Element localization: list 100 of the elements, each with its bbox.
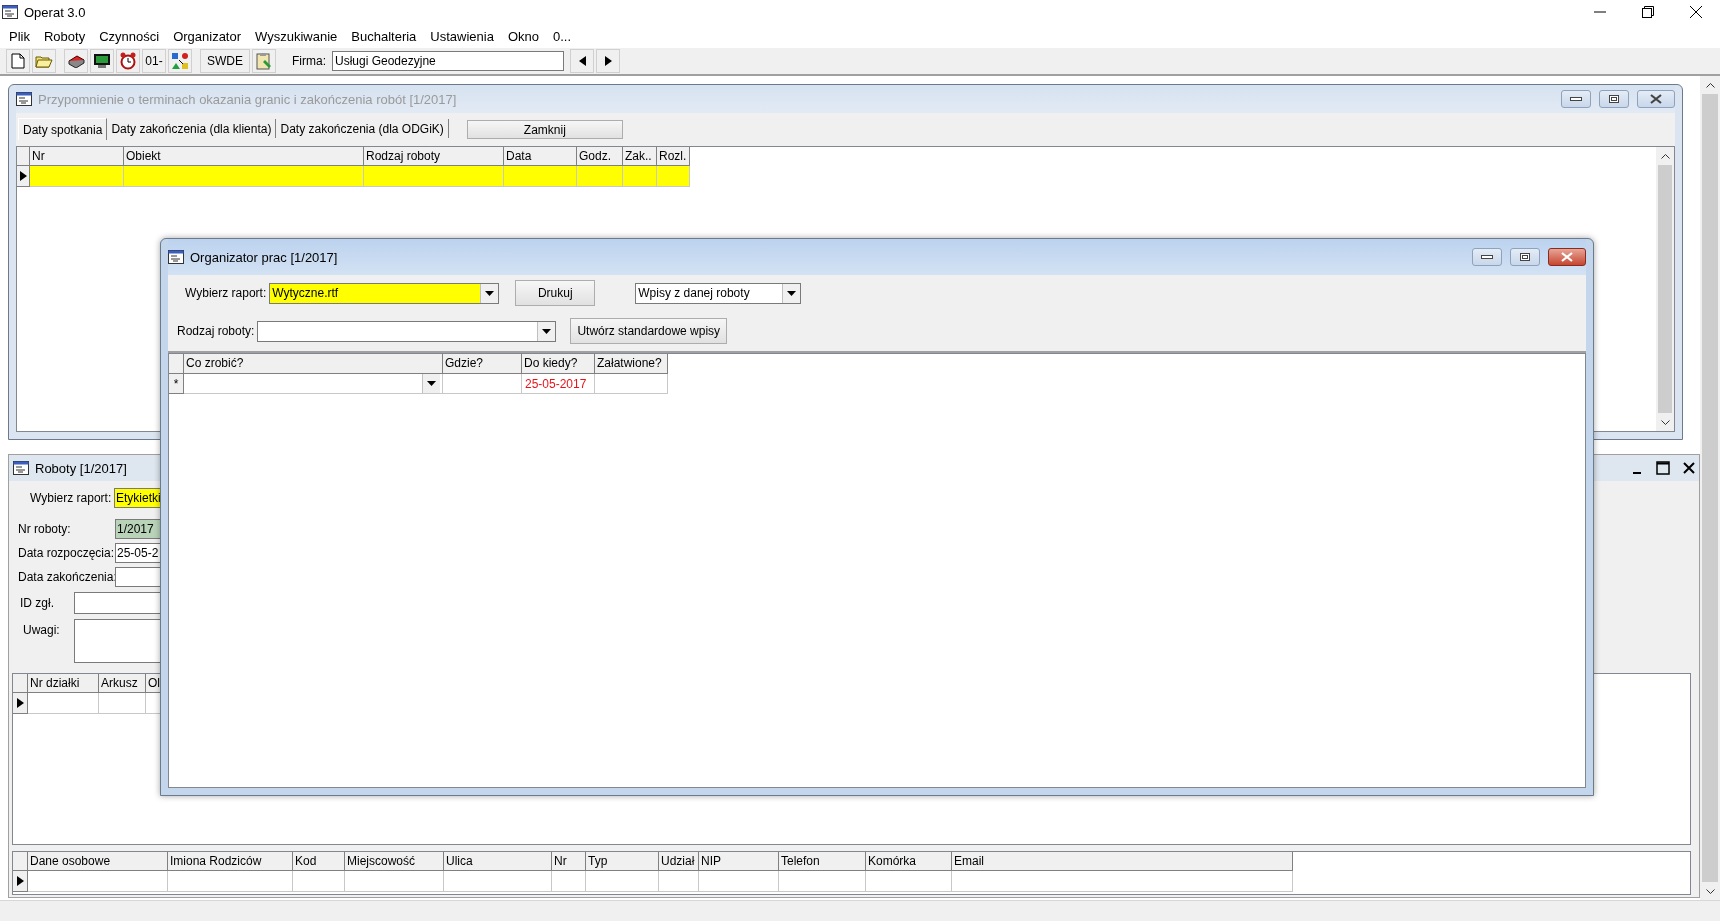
menu-item[interactable]: Roboty	[36, 28, 93, 44]
menu-item[interactable]: Buchalteria	[344, 28, 424, 44]
minimize-icon	[1594, 11, 1606, 13]
maximize-icon	[1656, 461, 1670, 475]
window-title: Roboty [1/2017]	[35, 460, 128, 476]
chevron-up-icon	[1705, 81, 1715, 88]
current-row-icon	[16, 876, 24, 886]
company-field[interactable]: Usługi Geodezyjne	[332, 51, 564, 71]
maximize-button[interactable]	[1510, 248, 1540, 266]
create-entries-button[interactable]: Utwórz standardowe wpisy	[570, 318, 728, 344]
table-cell: 25-05-2017	[522, 374, 595, 394]
column-header: Zak..	[623, 147, 657, 166]
field-label: Nr roboty:	[18, 522, 72, 536]
clipboard-icon	[255, 52, 273, 70]
column-header: Typ	[586, 852, 659, 871]
column-header: Email	[952, 852, 1293, 871]
previous-button[interactable]	[570, 49, 594, 73]
window-icon	[13, 461, 29, 475]
minimize-icon	[1481, 255, 1493, 259]
next-button[interactable]	[596, 49, 620, 73]
field-label: Data zakończenia:	[18, 570, 115, 584]
column-header: Nr	[30, 147, 124, 166]
column-header: Rozl.	[657, 147, 690, 166]
column-header: Dane osobowe	[28, 852, 168, 871]
column-header: Załatwione?	[595, 354, 668, 374]
shapes-button[interactable]	[168, 49, 192, 73]
document-icon	[11, 53, 25, 69]
column-header: Gdzie?	[443, 354, 522, 374]
caret-icon	[427, 381, 436, 386]
window-title: Operat 3.0	[24, 4, 87, 20]
company-label: Firma:	[292, 54, 326, 68]
menu-item[interactable]: Organizator	[166, 28, 249, 44]
chevron-down-icon	[1705, 888, 1715, 895]
table-cell	[28, 693, 99, 714]
column-header: Udział	[659, 852, 699, 871]
swde-button[interactable]: SWDE	[200, 49, 250, 73]
work-type-dropdown[interactable]	[257, 320, 557, 342]
maximize-button[interactable]	[1599, 90, 1629, 108]
tab[interactable]: Daty spotkania	[18, 118, 108, 140]
column-header: Data	[504, 147, 577, 166]
filter-dropdown[interactable]: Wpisy z danej roboty	[635, 282, 802, 304]
column-header: Nr	[552, 852, 586, 871]
menu-item[interactable]: 0...	[546, 28, 579, 44]
current-row-icon	[19, 171, 27, 181]
shapes-icon	[171, 52, 189, 70]
column-header: Telefon	[779, 852, 866, 871]
folder-icon	[35, 54, 53, 68]
column-header: Arkusz	[99, 674, 146, 693]
alarm-clock-button[interactable]	[116, 49, 140, 73]
print-button[interactable]: Drukuj	[515, 280, 596, 306]
menu-item[interactable]: Ustawienia	[423, 28, 501, 44]
restore-icon	[1642, 6, 1654, 18]
menu-item[interactable]: Wyszukiwanie	[248, 28, 345, 44]
field-label: Rodzaj roboty:	[177, 324, 255, 338]
caret-icon	[542, 328, 552, 334]
close-icon	[1690, 6, 1702, 18]
field-label: Uwagi:	[22, 622, 61, 637]
monitor-icon	[93, 53, 111, 69]
close-button[interactable]	[1637, 90, 1675, 108]
minimize-button[interactable]	[1472, 248, 1502, 266]
table-cell	[552, 871, 586, 892]
chevron-down-icon	[1660, 419, 1670, 426]
report-dropdown[interactable]: Wytyczne.rtf	[269, 282, 500, 304]
caret-icon	[787, 290, 797, 296]
new-file-button[interactable]	[6, 49, 30, 73]
current-row-icon	[16, 698, 24, 708]
open-folder-button[interactable]	[32, 49, 56, 73]
field-label: Wybierz raport:	[185, 286, 267, 300]
table-cell	[99, 693, 146, 714]
table-cell	[293, 871, 345, 892]
date-button[interactable]: 01-	[142, 49, 166, 73]
column-header: Nr działki	[28, 674, 99, 693]
menu-item[interactable]: Plik	[2, 28, 37, 44]
minimize-icon	[1633, 472, 1641, 474]
column-header: Miejscowość	[345, 852, 444, 871]
monitor-button[interactable]	[90, 49, 114, 73]
close-button[interactable]: Zamknij	[466, 120, 623, 139]
column-header: Kod	[293, 852, 345, 871]
table-cell	[659, 871, 699, 892]
column-header: Rodzaj roboty	[364, 147, 504, 166]
maximize-icon	[1520, 253, 1530, 261]
stack-button[interactable]	[64, 49, 88, 73]
triangle-right-icon	[604, 56, 612, 66]
column-header: Obiekt	[124, 147, 364, 166]
menu-item[interactable]: Czynności	[92, 28, 167, 44]
clipboard-button[interactable]	[252, 49, 276, 73]
window-icon	[16, 92, 32, 106]
window-title: Organizator prac [1/2017]	[190, 249, 339, 265]
minimize-icon	[1570, 97, 1582, 101]
maximize-button[interactable]	[1653, 458, 1673, 478]
field-label: Data rozpoczęcia:	[18, 546, 115, 560]
column-header: Komórka	[866, 852, 952, 871]
new-row-marker: *	[173, 376, 179, 391]
field-label: Wybierz raport:	[29, 491, 113, 505]
minimize-button[interactable]	[1561, 90, 1591, 108]
close-icon	[1683, 462, 1695, 474]
maximize-icon	[1609, 95, 1619, 103]
close-button[interactable]	[1548, 248, 1586, 266]
menu-item[interactable]: Okno	[500, 28, 546, 44]
close-icon	[1561, 252, 1573, 262]
